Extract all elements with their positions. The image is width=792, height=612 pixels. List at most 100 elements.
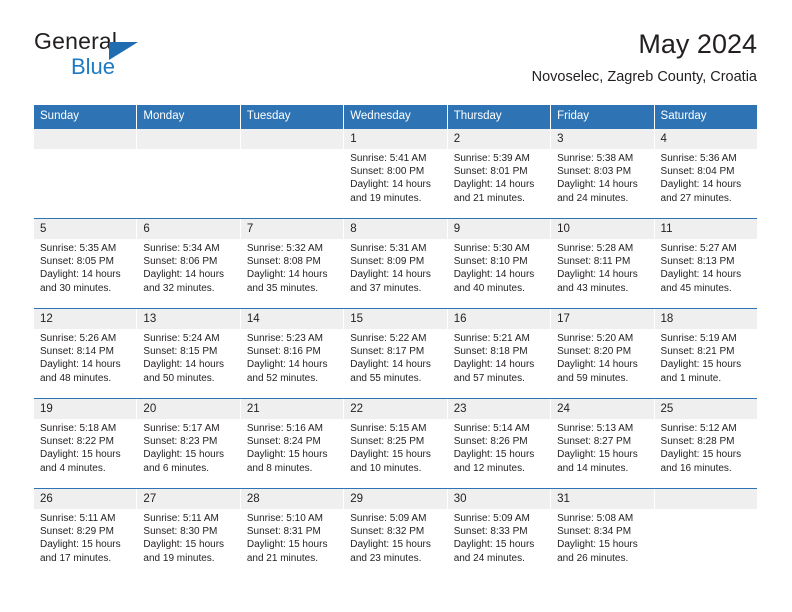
sunrise-text: Sunrise: 5:38 AM: [557, 153, 634, 164]
day-cell[interactable]: 3 Sunrise: 5:38 AM Sunset: 8:03 PM Daylight…: [551, 129, 654, 218]
sunrise-text: Sunrise: 5:08 AM: [557, 513, 634, 524]
day-cell[interactable]: 20 Sunrise: 5:17 AM Sunset: 8:23 PM Dayligh…: [137, 399, 240, 488]
daylight-text: Daylight: 14 hours and 32 minutes.: [143, 269, 225, 294]
sunrise-text: Sunrise: 5:16 AM: [246, 423, 323, 434]
day-cell[interactable]: 17 Sunrise: 5:20 AM Sunset: 8:20 PM Dayligh…: [551, 309, 654, 398]
daylight-text: Daylight: 15 hours and 6 minutes.: [143, 449, 225, 474]
daylight-text: Daylight: 15 hours and 16 minutes.: [660, 449, 742, 474]
logo-text-general: General: [34, 28, 118, 54]
day-cell[interactable]: 14 Sunrise: 5:23 AM Sunset: 8:16 PM Dayligh…: [240, 309, 344, 398]
day-details: Sunrise: 5:23 AM Sunset: 8:16 PM Daylight:…: [241, 329, 343, 385]
day-details: Sunrise: 5:31 AM Sunset: 8:09 PM Daylight:…: [344, 239, 446, 295]
sunrise-text: Sunrise: 5:15 AM: [350, 423, 427, 434]
sunset-text: Sunset: 8:22 PM: [40, 436, 114, 448]
sunrise-text: Sunrise: 5:28 AM: [557, 243, 634, 254]
day-cell-empty: [34, 129, 137, 218]
day-cell[interactable]: 21 Sunrise: 5:16 AM Sunset: 8:24 PM Dayligh…: [240, 399, 344, 488]
day-number: 21: [240, 399, 344, 419]
day-number: 30: [447, 489, 551, 509]
sunset-text: Sunset: 8:23 PM: [143, 436, 218, 448]
day-number: 20: [137, 399, 240, 419]
daylight-text: Daylight: 14 hours and 40 minutes.: [453, 269, 535, 294]
day-number: 3: [551, 129, 654, 149]
day-cell[interactable]: 30 Sunrise: 5:09 AM Sunset: 8:33 PM Dayligh…: [447, 489, 551, 578]
day-cell[interactable]: 19 Sunrise: 5:18 AM Sunset: 8:22 PM Dayligh…: [34, 399, 137, 488]
day-cell[interactable]: 7 Sunrise: 5:32 AM Sunset: 8:08 PM Daylight…: [240, 219, 344, 308]
sunset-text: Sunset: 8:01 PM: [453, 166, 528, 178]
daylight-text: Daylight: 14 hours and 19 minutes.: [350, 179, 431, 204]
sunset-text: Sunset: 8:10 PM: [453, 256, 528, 268]
day-cell[interactable]: 4 Sunrise: 5:36 AM Sunset: 8:04 PM Daylight…: [654, 129, 757, 218]
day-number: 19: [34, 399, 137, 419]
day-cell[interactable]: 31 Sunrise: 5:08 AM Sunset: 8:34 PM Dayligh…: [551, 489, 654, 578]
daylight-text: Daylight: 14 hours and 30 minutes.: [40, 269, 121, 294]
calendar-week-row: 26 Sunrise: 5:11 AM Sunset: 8:29 PM Dayligh…: [34, 488, 757, 578]
day-cell[interactable]: 22 Sunrise: 5:15 AM Sunset: 8:25 PM Dayligh…: [344, 399, 447, 488]
day-cell[interactable]: 9 Sunrise: 5:30 AM Sunset: 8:10 PM Daylight…: [447, 219, 551, 308]
day-cell[interactable]: 26 Sunrise: 5:11 AM Sunset: 8:29 PM Dayligh…: [34, 489, 137, 578]
day-cell[interactable]: 29 Sunrise: 5:09 AM Sunset: 8:32 PM Dayligh…: [344, 489, 447, 578]
day-details: Sunrise: 5:36 AM Sunset: 8:04 PM Daylight:…: [655, 149, 757, 205]
sunset-text: Sunset: 8:27 PM: [557, 436, 632, 448]
day-cell[interactable]: 8 Sunrise: 5:31 AM Sunset: 8:09 PM Daylight…: [344, 219, 447, 308]
day-number: 24: [551, 399, 654, 419]
daylight-text: Daylight: 14 hours and 43 minutes.: [557, 269, 638, 294]
day-cell[interactable]: 15 Sunrise: 5:22 AM Sunset: 8:17 PM Dayligh…: [344, 309, 447, 398]
sunset-text: Sunset: 8:18 PM: [453, 346, 528, 358]
day-number: 6: [137, 219, 240, 239]
sunset-text: Sunset: 8:09 PM: [350, 256, 425, 268]
day-details: Sunrise: 5:10 AM Sunset: 8:31 PM Daylight:…: [241, 509, 343, 565]
sunset-text: Sunset: 8:21 PM: [660, 346, 735, 358]
generalblue-logo[interactable]: General Blue: [34, 28, 264, 86]
day-number: 14: [240, 309, 344, 329]
daylight-text: Daylight: 15 hours and 10 minutes.: [350, 449, 431, 474]
day-cell[interactable]: 23 Sunrise: 5:14 AM Sunset: 8:26 PM Dayligh…: [447, 399, 551, 488]
day-cell[interactable]: 11 Sunrise: 5:27 AM Sunset: 8:13 PM Dayligh…: [654, 219, 757, 308]
sunrise-text: Sunrise: 5:32 AM: [246, 243, 323, 254]
day-cell[interactable]: 24 Sunrise: 5:13 AM Sunset: 8:27 PM Dayligh…: [551, 399, 654, 488]
day-cell[interactable]: 10 Sunrise: 5:28 AM Sunset: 8:11 PM Dayligh…: [551, 219, 654, 308]
calendar-weeks: 1 Sunrise: 5:41 AM Sunset: 8:00 PM Daylight…: [34, 129, 757, 578]
day-number: 29: [344, 489, 447, 509]
day-cell[interactable]: 2 Sunrise: 5:39 AM Sunset: 8:01 PM Daylight…: [447, 129, 551, 218]
sunset-text: Sunset: 8:13 PM: [660, 256, 735, 268]
daylight-text: Daylight: 14 hours and 57 minutes.: [453, 359, 535, 384]
day-details: Sunrise: 5:22 AM Sunset: 8:17 PM Daylight:…: [344, 329, 446, 385]
day-cell[interactable]: 25 Sunrise: 5:12 AM Sunset: 8:28 PM Dayligh…: [654, 399, 757, 488]
sunset-text: Sunset: 8:14 PM: [40, 346, 114, 358]
sunrise-text: Sunrise: 5:30 AM: [453, 243, 530, 254]
daylight-text: Daylight: 15 hours and 21 minutes.: [246, 539, 328, 564]
daylight-text: Daylight: 14 hours and 37 minutes.: [350, 269, 431, 294]
day-details: Sunrise: 5:19 AM Sunset: 8:21 PM Daylight:…: [655, 329, 757, 385]
weekday-header-sunday: Sunday: [34, 105, 137, 129]
daylight-text: Daylight: 15 hours and 4 minutes.: [40, 449, 121, 474]
daylight-text: Daylight: 14 hours and 45 minutes.: [660, 269, 742, 294]
day-number: 4: [654, 129, 757, 149]
daylight-text: Daylight: 14 hours and 50 minutes.: [143, 359, 225, 384]
day-cell[interactable]: 5 Sunrise: 5:35 AM Sunset: 8:05 PM Daylight…: [34, 219, 137, 308]
day-details: Sunrise: 5:12 AM Sunset: 8:28 PM Daylight:…: [655, 419, 757, 475]
sunrise-text: Sunrise: 5:13 AM: [557, 423, 634, 434]
day-cell[interactable]: 1 Sunrise: 5:41 AM Sunset: 8:00 PM Daylight…: [344, 129, 447, 218]
sunrise-text: Sunrise: 5:21 AM: [453, 333, 530, 344]
daylight-text: Daylight: 15 hours and 23 minutes.: [350, 539, 431, 564]
daylight-text: Daylight: 15 hours and 19 minutes.: [143, 539, 225, 564]
day-cell[interactable]: 13 Sunrise: 5:24 AM Sunset: 8:15 PM Dayligh…: [137, 309, 240, 398]
page-header: General Blue May 2024 Novoselec, Zagreb …: [34, 28, 757, 98]
day-number: 25: [654, 399, 757, 419]
day-cell[interactable]: 27 Sunrise: 5:11 AM Sunset: 8:30 PM Dayligh…: [137, 489, 240, 578]
day-cell[interactable]: 18 Sunrise: 5:19 AM Sunset: 8:21 PM Dayligh…: [654, 309, 757, 398]
day-cell[interactable]: 6 Sunrise: 5:34 AM Sunset: 8:06 PM Daylight…: [137, 219, 240, 308]
sunrise-text: Sunrise: 5:17 AM: [143, 423, 220, 434]
day-details: Sunrise: 5:18 AM Sunset: 8:22 PM Daylight:…: [34, 419, 136, 475]
day-number: 9: [447, 219, 551, 239]
calendar-week-row: 5 Sunrise: 5:35 AM Sunset: 8:05 PM Daylight…: [34, 218, 757, 308]
daylight-text: Daylight: 14 hours and 21 minutes.: [453, 179, 535, 204]
daylight-text: Daylight: 15 hours and 8 minutes.: [246, 449, 328, 474]
weekday-header-monday: Monday: [137, 105, 240, 129]
sunset-text: Sunset: 8:03 PM: [557, 166, 632, 178]
day-cell[interactable]: 12 Sunrise: 5:26 AM Sunset: 8:14 PM Dayligh…: [34, 309, 137, 398]
day-cell[interactable]: 16 Sunrise: 5:21 AM Sunset: 8:18 PM Dayligh…: [447, 309, 551, 398]
sunset-text: Sunset: 8:08 PM: [246, 256, 321, 268]
day-cell[interactable]: 28 Sunrise: 5:10 AM Sunset: 8:31 PM Dayligh…: [240, 489, 344, 578]
